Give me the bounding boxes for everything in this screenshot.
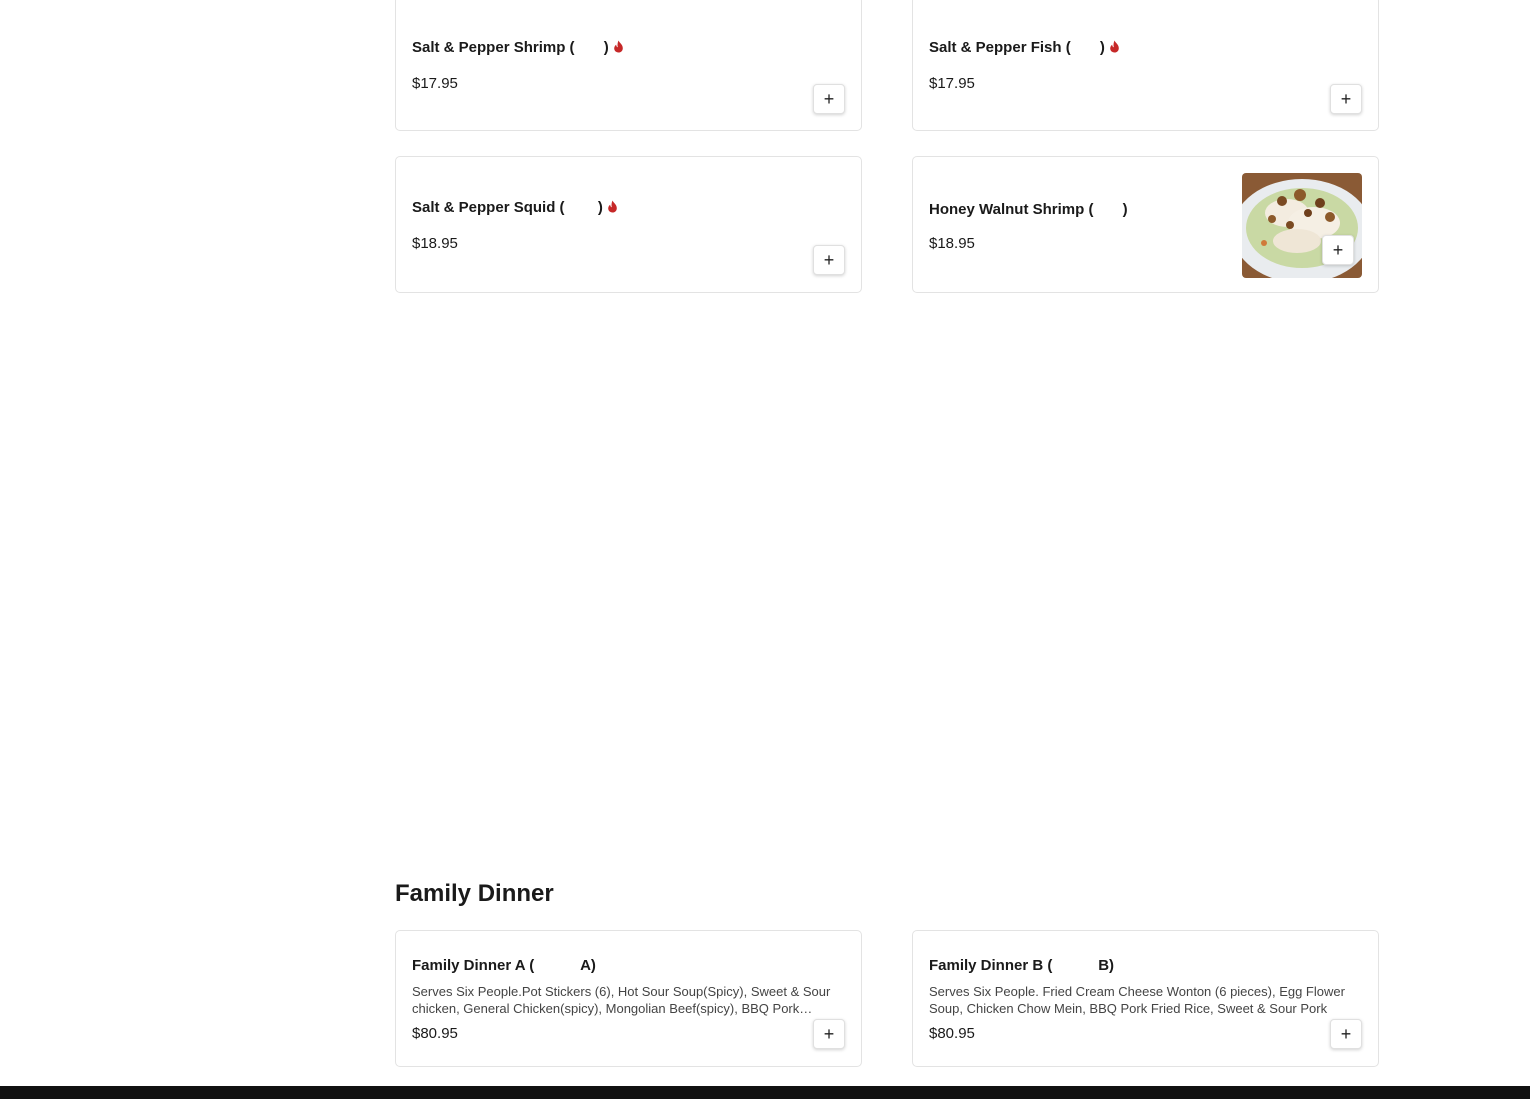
menu-item-price: $80.95	[929, 1025, 975, 1042]
menu-item-price: $80.95	[412, 1025, 458, 1042]
spicy-icon	[607, 200, 618, 217]
menu-item-name: Family Dinner B ( B)	[929, 957, 1115, 974]
menu-item-price: $18.95	[929, 235, 975, 252]
menu-item-description: Serves Six People.Pot Stickers (6), Hot …	[412, 984, 831, 1016]
add-to-cart-button[interactable]: +	[813, 245, 845, 275]
spicy-icon	[613, 40, 624, 57]
add-to-cart-button[interactable]: +	[813, 1019, 845, 1049]
menu-item-price: $17.95	[412, 75, 458, 92]
menu-item-card[interactable]: Family Dinner A ( A) Serves Six People.P…	[395, 930, 862, 1067]
menu-item-card[interactable]: Salt & Pepper Squid ( ) $18.95 +	[395, 156, 862, 293]
menu-item-price: $17.95	[929, 75, 975, 92]
menu-item-card[interactable]: Salt & Pepper Fish ( ) $17.95 +	[912, 0, 1379, 131]
add-to-cart-button[interactable]: +	[1330, 84, 1362, 114]
menu-item-price: $18.95	[412, 235, 458, 252]
add-to-cart-button[interactable]: +	[1322, 235, 1354, 265]
honey-walnut-shrimp-photo: +	[1242, 173, 1362, 278]
menu-item-card[interactable]: Honey Walnut Shrimp ( ) $18.95 +	[912, 156, 1379, 293]
menu-item-name: Salt & Pepper Shrimp ( )	[412, 39, 624, 57]
add-to-cart-button[interactable]: +	[1330, 1019, 1362, 1049]
menu-item-card[interactable]: Salt & Pepper Shrimp ( ) $17.95 +	[395, 0, 862, 131]
section-title-family-dinner: Family Dinner	[395, 880, 554, 907]
add-to-cart-button[interactable]: +	[813, 84, 845, 114]
menu-item-card[interactable]: Family Dinner B ( B) Serves Six People. …	[912, 930, 1379, 1067]
menu-item-name: Family Dinner A ( A)	[412, 957, 596, 974]
menu-item-description: Serves Six People. Fried Cream Cheese Wo…	[929, 984, 1345, 1016]
footer-bar	[0, 1086, 1530, 1099]
menu-item-name: Salt & Pepper Fish ( )	[929, 39, 1120, 57]
spicy-icon	[1109, 40, 1120, 57]
menu-item-name: Salt & Pepper Squid ( )	[412, 199, 618, 217]
menu-item-name: Honey Walnut Shrimp ( )	[929, 201, 1128, 218]
